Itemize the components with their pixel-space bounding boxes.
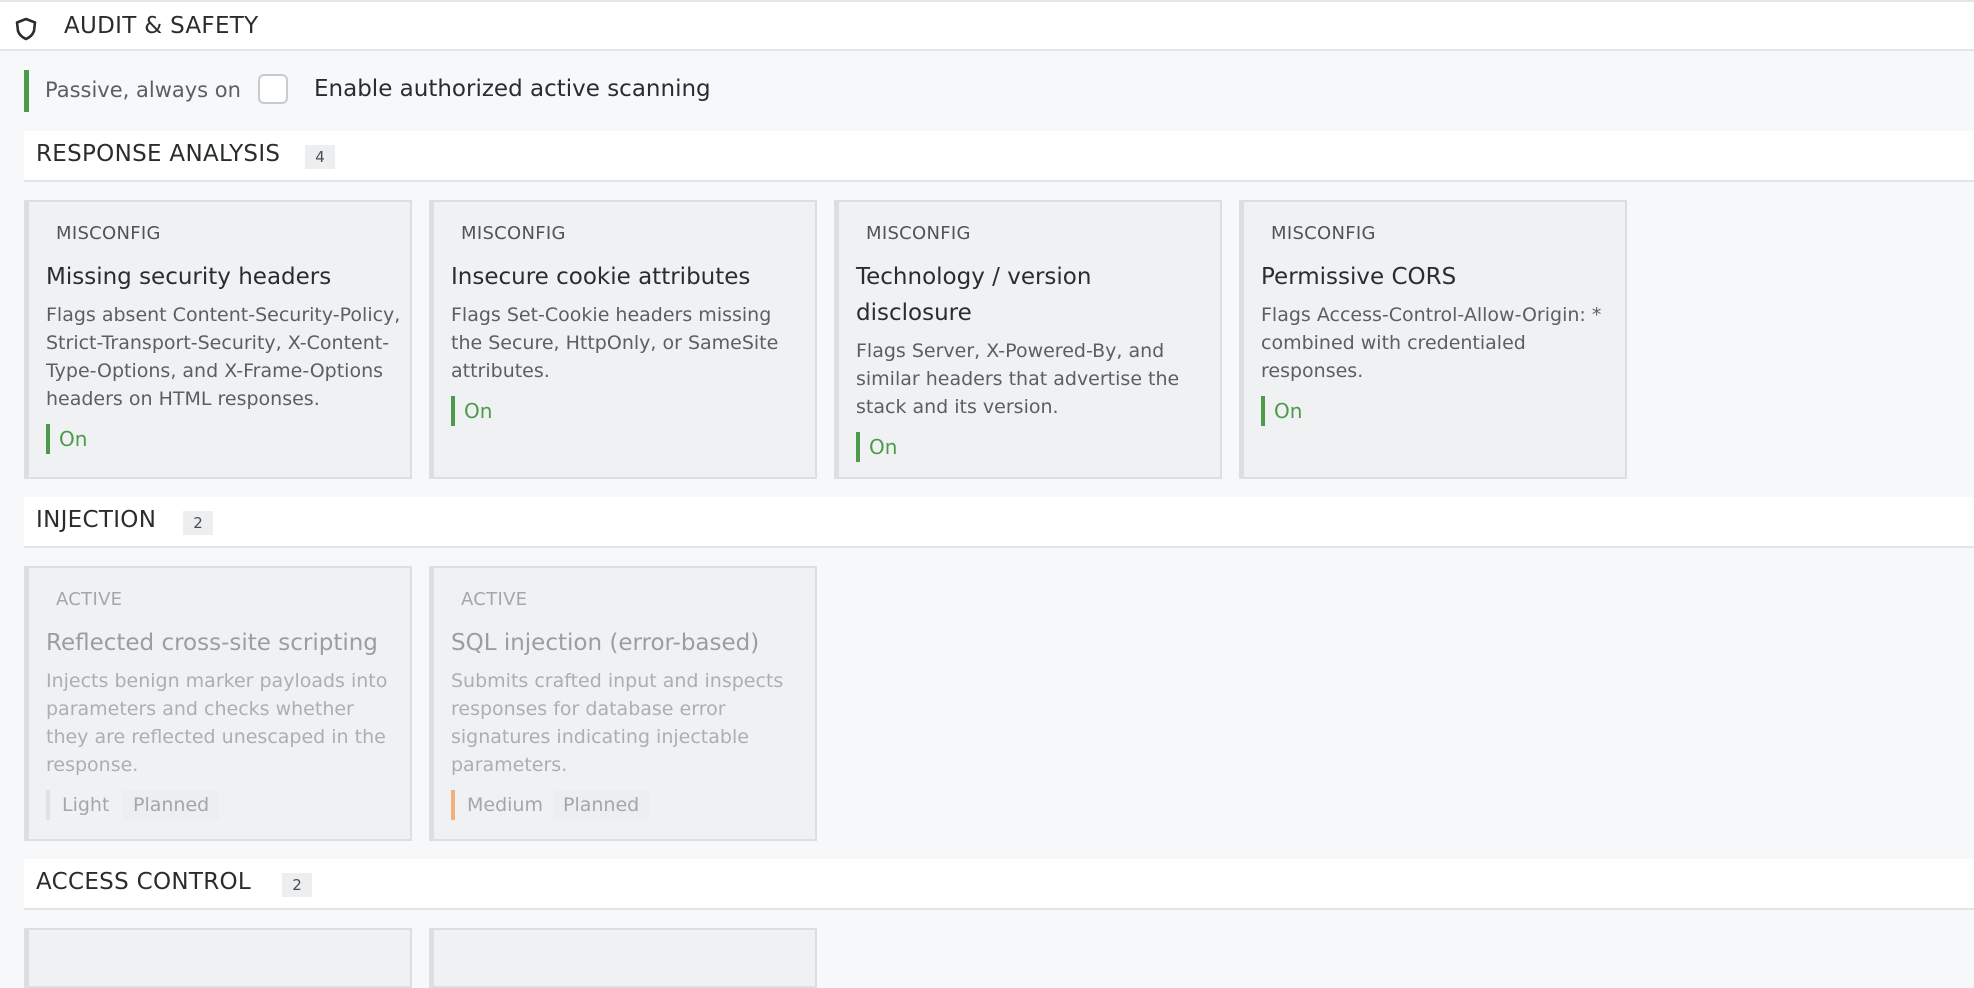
check-card-access-control-1[interactable]: [24, 928, 412, 988]
check-card-reflected-xss[interactable]: ACTIVE Reflected cross-site scripting In…: [24, 566, 412, 841]
card-category: MISCONFIG: [461, 223, 566, 244]
card-description: Flags Server, X-Powered-By, and similar …: [856, 340, 1180, 418]
section-count-badge: 4: [305, 145, 335, 169]
card-title: Reflected cross-site scripting: [46, 630, 378, 656]
check-card-technology-version-disclosure[interactable]: MISCONFIG Technology / version disclosur…: [834, 200, 1222, 479]
status-badge: On: [451, 396, 492, 426]
page-title: AUDIT & SAFETY: [64, 13, 259, 39]
passive-mode-label: Passive, always on: [45, 78, 241, 102]
check-card-insecure-cookie-attributes[interactable]: MISCONFIG Insecure cookie attributes Fla…: [429, 200, 817, 479]
active-scanning-checkbox[interactable]: [258, 74, 288, 104]
card-description: Flags Access-Control-Allow-Origin: * com…: [1261, 304, 1602, 382]
section-header-access-control: ACCESS CONTROL 2: [24, 859, 1974, 910]
status-badge: On: [46, 424, 87, 454]
card-category: MISCONFIG: [56, 223, 161, 244]
card-description: Flags absent Content-Security-Policy, St…: [46, 304, 401, 410]
status-badge: On: [856, 432, 897, 462]
check-card-missing-security-headers[interactable]: MISCONFIG Missing security headers Flags…: [24, 200, 412, 479]
top-bar: AUDIT & SAFETY: [0, 0, 1974, 51]
card-title: Permissive CORS: [1261, 264, 1457, 290]
severity-tag: Medium: [451, 790, 551, 820]
section-count-badge: 2: [183, 511, 213, 535]
active-scanning-label[interactable]: Enable authorized active scanning: [314, 76, 711, 102]
state-tag: Planned: [553, 790, 650, 820]
section-title: RESPONSE ANALYSIS: [36, 141, 281, 167]
check-card-sql-injection[interactable]: ACTIVE SQL injection (error-based) Submi…: [429, 566, 817, 841]
card-title: Insecure cookie attributes: [451, 264, 751, 290]
shield-icon: [15, 17, 37, 41]
card-description: Submits crafted input and inspects respo…: [451, 670, 784, 776]
card-title: Technology / version disclosure: [856, 264, 1092, 326]
passive-indicator: [24, 70, 29, 112]
card-category: MISCONFIG: [1271, 223, 1376, 244]
card-title: Missing security headers: [46, 264, 332, 290]
state-tag: Planned: [123, 790, 220, 820]
card-title: SQL injection (error-based): [451, 630, 760, 656]
card-category: MISCONFIG: [866, 223, 971, 244]
section-header-injection: INJECTION 2: [24, 497, 1974, 548]
check-card-permissive-cors[interactable]: MISCONFIG Permissive CORS Flags Access-C…: [1239, 200, 1627, 479]
section-title: INJECTION: [36, 507, 157, 533]
card-description: Injects benign marker payloads into para…: [46, 670, 388, 776]
status-badge: On: [1261, 396, 1302, 426]
severity-tag: Light: [46, 790, 117, 820]
check-card-access-control-2[interactable]: [429, 928, 817, 988]
card-category: ACTIVE: [56, 589, 123, 610]
section-header-response-analysis: RESPONSE ANALYSIS 4: [24, 131, 1974, 182]
card-description: Flags Set-Cookie headers missing the Sec…: [451, 304, 779, 382]
card-category: ACTIVE: [461, 589, 528, 610]
section-count-badge: 2: [282, 873, 312, 897]
section-title: ACCESS CONTROL: [36, 869, 252, 895]
